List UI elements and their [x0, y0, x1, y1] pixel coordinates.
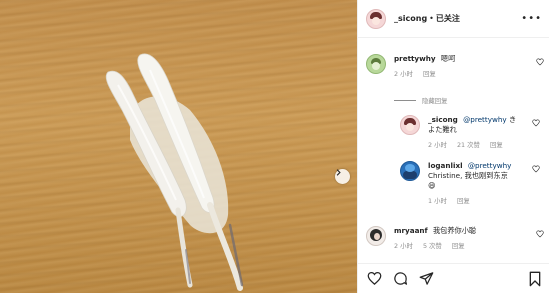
- reply-username[interactable]: loganlixl: [428, 161, 463, 170]
- commenter-avatar[interactable]: [400, 115, 420, 135]
- reply-item: loganlixl @prettywhy Christine, 我也刚到东京 😄…: [400, 161, 542, 206]
- comments-list: prettywhy 嗯呵 2 小时 回复 隐藏回复 _sicong @prett…: [358, 38, 549, 263]
- next-photo-button[interactable]: [335, 169, 350, 184]
- comment-bubble-icon: [393, 272, 407, 285]
- comment-time: 2 小时: [394, 70, 413, 78]
- post-side-panel: _sicong • 已关注 ••• prettywhy 嗯呵 2 小时 回复 隐…: [357, 0, 549, 293]
- comment-text: 嗯呵: [440, 54, 456, 63]
- post-photo: [0, 0, 357, 293]
- reply-item: _sicong @prettywhy き よた難れ 2 小时 21 次赞 回复: [400, 115, 542, 150]
- squid-sushi-image: [105, 53, 244, 291]
- reply-text: き: [508, 115, 517, 124]
- reply-likes[interactable]: 21 次赞: [457, 141, 480, 149]
- author-username[interactable]: _sicong: [394, 14, 427, 23]
- comment-text: 我包养你小聪: [432, 226, 477, 235]
- reply-username[interactable]: _sicong: [428, 115, 458, 124]
- reply-time: 2 小时: [428, 141, 447, 149]
- like-button[interactable]: [366, 271, 382, 287]
- reply-text: Christine, 我也刚到东京: [428, 171, 508, 180]
- reply-button[interactable]: 回复: [423, 70, 436, 78]
- reply-mention[interactable]: @prettywhy: [468, 161, 512, 170]
- post-header: _sicong • 已关注 •••: [358, 0, 549, 38]
- heart-icon[interactable]: [532, 119, 540, 127]
- reply-mention[interactable]: @prettywhy: [463, 115, 507, 124]
- reply-button[interactable]: 回复: [490, 141, 503, 149]
- share-button[interactable]: [418, 271, 434, 287]
- reply-button[interactable]: 回复: [452, 242, 465, 250]
- more-options-icon[interactable]: •••: [521, 13, 542, 24]
- comment-button[interactable]: [392, 271, 408, 287]
- reply-text-line2: よた難れ: [428, 125, 457, 134]
- bookmark-icon[interactable]: [528, 271, 542, 287]
- chevron-right-icon: [336, 169, 341, 176]
- comment-likes[interactable]: 5 次赞: [423, 242, 442, 250]
- reply-time: 1 小时: [428, 197, 447, 205]
- commenter-avatar[interactable]: [366, 226, 386, 246]
- send-paper-plane-icon: [419, 272, 433, 285]
- hide-replies-toggle[interactable]: 隐藏回复: [394, 96, 448, 105]
- divider-line: [394, 100, 416, 101]
- comment-username[interactable]: mryaanf: [394, 226, 428, 235]
- comment-item: prettywhy 嗯呵 2 小时 回复: [366, 54, 546, 79]
- post-actions-bar: [358, 263, 549, 293]
- heart-icon[interactable]: [532, 165, 540, 173]
- commenter-avatar[interactable]: [366, 54, 386, 74]
- reply-button[interactable]: 回复: [457, 197, 470, 205]
- heart-icon: [367, 271, 381, 285]
- commenter-avatar[interactable]: [400, 161, 420, 181]
- hide-replies-label: 隐藏回复: [422, 97, 448, 105]
- comment-time: 2 小时: [394, 242, 413, 250]
- header-separator: •: [429, 14, 434, 23]
- comment-username[interactable]: prettywhy: [394, 54, 436, 63]
- heart-icon[interactable]: [536, 230, 544, 238]
- heart-icon[interactable]: [536, 58, 544, 66]
- following-status-button[interactable]: 已关注: [436, 13, 460, 24]
- comment-item: mryaanf 我包养你小聪 2 小时 5 次赞 回复: [366, 226, 546, 251]
- reply-emoji: 😄: [428, 181, 436, 190]
- author-avatar[interactable]: [366, 8, 386, 29]
